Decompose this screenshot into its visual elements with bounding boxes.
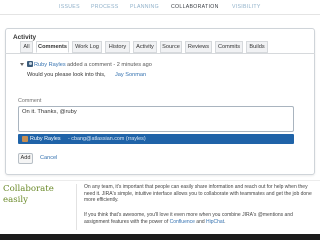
confluence-link[interactable]: Confluence	[170, 219, 195, 225]
tab-work-log[interactable]: Work Log	[72, 41, 102, 53]
feature-title: Collaborate easily	[3, 184, 54, 205]
author-avatar	[27, 61, 33, 67]
feature-paragraph-1: On any team, it's important that people …	[84, 184, 312, 204]
add-button[interactable]: Add	[18, 153, 33, 164]
nav-collaboration[interactable]: COLLABORATION	[171, 4, 219, 10]
tab-divider	[5, 53, 315, 54]
nav-visibility[interactable]: VISIBILITY	[232, 4, 261, 10]
tab-reviews[interactable]: Reviews	[185, 41, 212, 53]
para2-text-and: and	[196, 218, 205, 225]
nav-planning[interactable]: PLANNING	[130, 4, 159, 10]
feature-paragraph-2: If you think that's awesome, you'll love…	[84, 212, 316, 225]
suggestion-name: Ruby Rayles	[30, 136, 61, 142]
hipchat-link[interactable]: HipChat	[206, 219, 224, 225]
tab-commits[interactable]: Commits	[215, 41, 243, 53]
mention-suggestion-item[interactable]: Ruby Rayles - cbang@atlassian.com (rrayl…	[18, 134, 294, 144]
tab-history[interactable]: History	[105, 41, 130, 53]
section-divider	[0, 180, 320, 181]
mention-link[interactable]: Jay Sonman	[115, 72, 146, 78]
tab-builds[interactable]: Builds	[246, 41, 268, 53]
top-navigation: ISSUES PROCESS PLANNING COLLABORATION VI…	[0, 0, 320, 15]
feature-divider	[76, 184, 77, 230]
comment-author-link[interactable]: Ruby Rayles	[34, 62, 66, 68]
comment-body: Would you please look into this,	[27, 72, 106, 78]
tab-all[interactable]: All	[20, 41, 33, 53]
tab-activity[interactable]: Activity	[133, 41, 157, 53]
tab-source[interactable]: Source	[160, 41, 182, 53]
comment-field-label: Comment	[18, 98, 42, 104]
nav-process[interactable]: PROCESS	[91, 4, 118, 10]
suggestion-detail: - cbang@atlassian.com (rrayles)	[68, 136, 146, 142]
comment-action-text: added a comment - 2 minutes ago	[67, 61, 152, 68]
collapse-caret-icon[interactable]	[20, 63, 24, 66]
comment-textarea[interactable]: On it. Thanks, @ruby	[18, 106, 294, 132]
panel-title: Activity	[13, 34, 37, 41]
nav-issues[interactable]: ISSUES	[59, 4, 80, 10]
tab-comments[interactable]: Comments	[36, 41, 69, 53]
suggestion-avatar	[22, 136, 28, 142]
footer-bar	[0, 234, 320, 240]
cancel-link[interactable]: Cancel	[40, 155, 57, 161]
para2-text-end: .	[224, 218, 226, 225]
